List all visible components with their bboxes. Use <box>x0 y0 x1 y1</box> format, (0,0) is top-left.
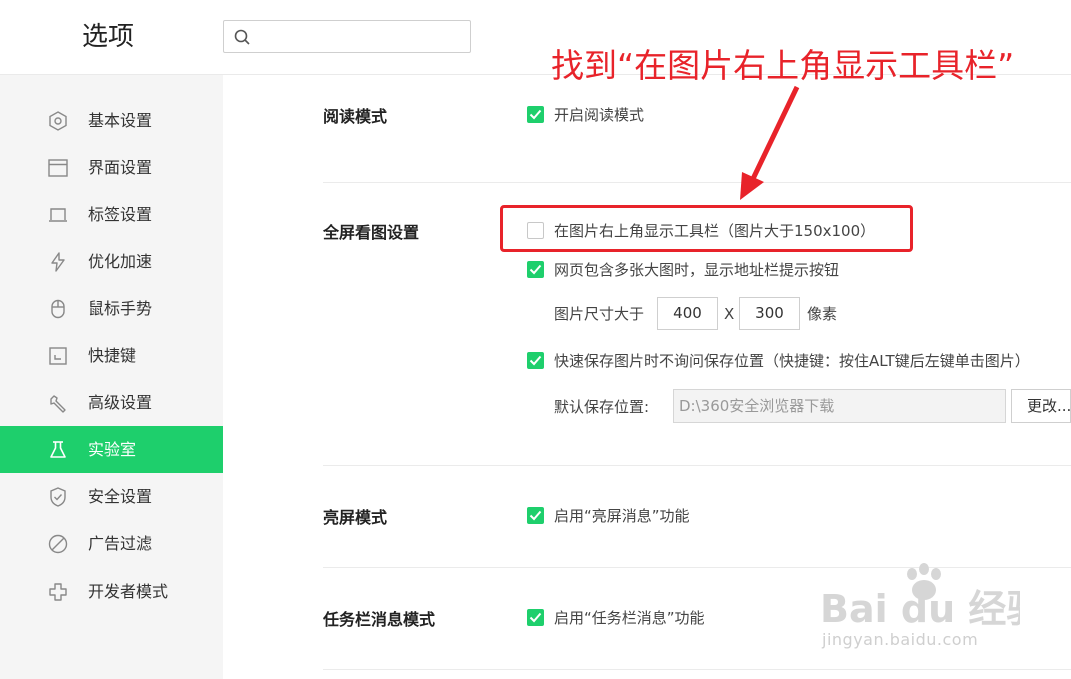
reading-mode-checkbox[interactable]: 开启阅读模式 <box>527 104 827 126</box>
x-label: X <box>724 305 735 323</box>
shield-icon <box>47 486 69 508</box>
size-label: 图片尺寸大于 <box>554 305 645 323</box>
save-path-label: 默认保存位置: <box>554 398 650 416</box>
baidu-watermark-logo: Bai du 经验 <box>820 563 1020 630</box>
sidebar-item-label: 快捷键 <box>88 346 137 365</box>
window-icon <box>47 157 69 179</box>
change-path-button[interactable]: 更改... <box>1011 389 1071 423</box>
address-bar-button-checkbox[interactable]: 网页包含多张大图时，显示地址栏提示按钮 <box>527 259 927 281</box>
sidebar-item-label: 开发者模式 <box>88 582 169 601</box>
puzzle-icon <box>47 581 69 603</box>
hexagon-icon <box>47 110 69 132</box>
watermark-url: jingyan.baidu.com <box>822 630 979 649</box>
sidebar-item-adblock[interactable]: 广告过滤 <box>0 520 223 567</box>
width-input[interactable]: 400 <box>657 297 718 330</box>
divider <box>323 182 1071 183</box>
sidebar-item-lab[interactable]: 实验室 <box>0 426 223 473</box>
sidebar-item-optimize[interactable]: 优化加速 <box>0 238 223 285</box>
lightning-icon <box>47 251 69 273</box>
sidebar-item-label: 优化加速 <box>88 252 153 271</box>
wrench-icon <box>47 392 69 414</box>
search-icon <box>234 29 251 50</box>
divider <box>323 669 1071 670</box>
checkbox-checked[interactable] <box>527 106 544 123</box>
section-title-reading: 阅读模式 <box>323 107 388 126</box>
sidebar-item-advanced[interactable]: 高级设置 <box>0 379 223 426</box>
sidebar-item-label: 标签设置 <box>88 205 153 224</box>
sidebar-item-label: 基本设置 <box>88 111 153 130</box>
sidebar-item-shortcuts[interactable]: 快捷键 <box>0 332 223 379</box>
sidebar-item-label: 实验室 <box>88 440 137 459</box>
section-title-brightscreen: 亮屏模式 <box>323 508 388 527</box>
block-icon <box>47 533 69 555</box>
keyboard-shortcut-icon <box>47 345 69 367</box>
checkbox-label: 网页包含多张大图时，显示地址栏提示按钮 <box>554 261 840 279</box>
unit-label: 像素 <box>807 305 838 323</box>
save-path-field[interactable]: D:\360安全浏览器下载 <box>673 389 1006 423</box>
annotation-text: 找到“在图片右上角显示工具栏” <box>551 46 1015 85</box>
sidebar-item-label: 界面设置 <box>88 158 153 177</box>
checkbox-checked[interactable] <box>527 507 544 524</box>
sidebar-item-label: 高级设置 <box>88 393 153 412</box>
taskbar-checkbox[interactable]: 启用“任务栏消息”功能 <box>527 607 827 629</box>
search-box[interactable] <box>223 20 471 53</box>
checkbox-label: 启用“亮屏消息”功能 <box>554 507 690 525</box>
section-title-taskbar: 任务栏消息模式 <box>323 610 436 629</box>
quick-save-checkbox[interactable]: 快速保存图片时不询问保存位置（快捷键：按住ALT键后左键单击图片） <box>527 350 1071 372</box>
sidebar-item-security[interactable]: 安全设置 <box>0 473 223 520</box>
sidebar-item-label: 鼠标手势 <box>88 299 153 318</box>
checkbox-label: 快速保存图片时不询问保存位置（快捷键：按住ALT键后左键单击图片） <box>554 352 1030 370</box>
checkbox-checked[interactable] <box>527 609 544 626</box>
flask-icon <box>47 439 69 461</box>
page-title: 选项 <box>82 22 135 52</box>
sidebar-item-basic[interactable]: 基本设置 <box>0 97 223 144</box>
section-title-fullscreen: 全屏看图设置 <box>323 223 420 242</box>
annotation-highlight-box <box>500 205 913 252</box>
sidebar-item-mouse-gesture[interactable]: 鼠标手势 <box>0 285 223 332</box>
checkbox-checked[interactable] <box>527 352 544 369</box>
sidebar-item-label: 安全设置 <box>88 487 153 506</box>
height-input[interactable]: 300 <box>739 297 800 330</box>
sidebar-item-tabs[interactable]: 标签设置 <box>0 191 223 238</box>
divider <box>323 465 1071 466</box>
sidebar: 基本设置 界面设置 标签设置 优化加速 鼠标手势 快捷键 高级设置 实验室 安全… <box>0 75 223 679</box>
search-input[interactable] <box>258 25 467 50</box>
tab-icon <box>47 204 69 226</box>
checkbox-checked[interactable] <box>527 261 544 278</box>
brightscreen-checkbox[interactable]: 启用“亮屏消息”功能 <box>527 505 827 527</box>
sidebar-item-interface[interactable]: 界面设置 <box>0 144 223 191</box>
mouse-icon <box>47 298 69 320</box>
sidebar-item-developer[interactable]: 开发者模式 <box>0 568 223 615</box>
watermark-logo-text: Bai du 经验 <box>820 587 1020 630</box>
checkbox-label: 开启阅读模式 <box>554 106 645 124</box>
sidebar-item-label: 广告过滤 <box>88 534 153 553</box>
checkbox-label: 启用“任务栏消息”功能 <box>554 609 705 627</box>
